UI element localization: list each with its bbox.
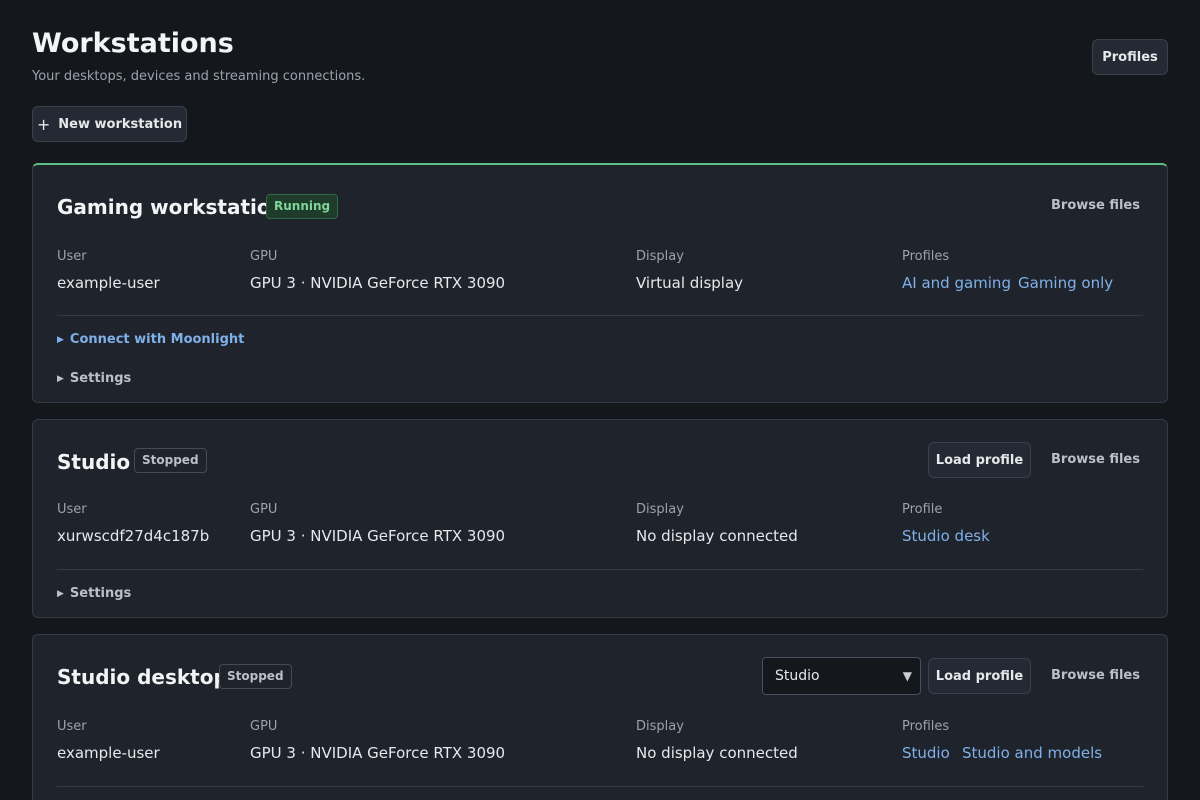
divider [57,569,1143,570]
user-label: User [57,502,87,517]
gpu-value: GPU 3 · NVIDIA GeForce RTX 3090 [250,274,506,292]
profile-select[interactable]: Studio ▼ [762,657,921,695]
workstation-name: Gaming workstation [57,195,285,219]
divider [57,315,1143,316]
settings-label: Settings [69,371,132,386]
connect-moonlight-label: Connect with Moonlight [69,332,245,347]
gpu-value: GPU 3 · NVIDIA GeForce RTX 3090 [250,527,506,545]
workstation-card-studio: Studio Stopped Load profile Browse files… [32,419,1168,618]
gpu-label: GPU [250,502,278,517]
settings-label: Settings [69,586,132,601]
status-badge: Stopped [134,448,207,473]
user-value: example-user [57,274,160,292]
gpu-value: GPU 3 · NVIDIA GeForce RTX 3090 [250,744,506,762]
profile-link[interactable]: Gaming only [1018,274,1113,292]
browse-files-button[interactable]: Browse files [1051,198,1140,213]
display-value: No display connected [636,527,798,545]
workstation-name: Studio desktop [57,665,228,689]
workstation-name: Studio [57,450,131,474]
connect-moonlight-toggle[interactable]: ▶ Connect with Moonlight [57,332,244,347]
status-badge: Stopped [219,664,292,689]
plus-icon: + [36,114,51,134]
gpu-label: GPU [250,249,278,264]
display-value: Virtual display [636,274,744,292]
profile-link[interactable]: Studio desk [902,527,990,545]
display-label: Display [636,719,684,734]
status-badge: Running [266,194,339,219]
triangle-right-icon: ▶ [57,373,64,384]
user-label: User [57,249,87,264]
gpu-label: GPU [250,719,278,734]
display-label: Display [636,249,684,264]
new-workstation-label: New workstation [58,116,183,132]
page-title: Workstations [32,28,234,59]
workstation-card-studio-desktop: Studio desktop Stopped Studio ▼ Load pro… [32,634,1168,800]
load-profile-button[interactable]: Load profile [928,658,1031,694]
profiles-button[interactable]: Profiles [1092,39,1168,75]
profile-select-value: Studio [775,668,820,684]
page-subtitle: Your desktops, devices and streaming con… [32,69,366,84]
profile-link[interactable]: Studio and models [962,744,1102,762]
new-workstation-button[interactable]: + New workstation [32,106,187,142]
triangle-right-icon: ▶ [57,588,64,599]
settings-toggle[interactable]: ▶ Settings [57,586,131,601]
load-profile-button[interactable]: Load profile [928,442,1031,478]
browse-files-button[interactable]: Browse files [1051,668,1140,683]
profiles-label: Profiles [902,719,950,734]
workstation-card-gaming: Gaming workstation Running Browse files … [32,163,1168,403]
user-label: User [57,719,87,734]
profiles-label: Profiles [902,249,950,264]
user-value: xurwscdf27d4c187b [57,527,210,545]
divider [57,786,1143,787]
display-value: No display connected [636,744,798,762]
profile-link[interactable]: Studio [902,744,950,762]
browse-files-button[interactable]: Browse files [1051,452,1140,467]
display-label: Display [636,502,684,517]
profile-label: Profile [902,502,943,517]
user-value: example-user [57,744,160,762]
settings-toggle[interactable]: ▶ Settings [57,371,131,386]
profile-link[interactable]: AI and gaming [902,274,1011,292]
chevron-down-icon: ▼ [902,669,912,683]
triangle-right-icon: ▶ [57,334,64,345]
